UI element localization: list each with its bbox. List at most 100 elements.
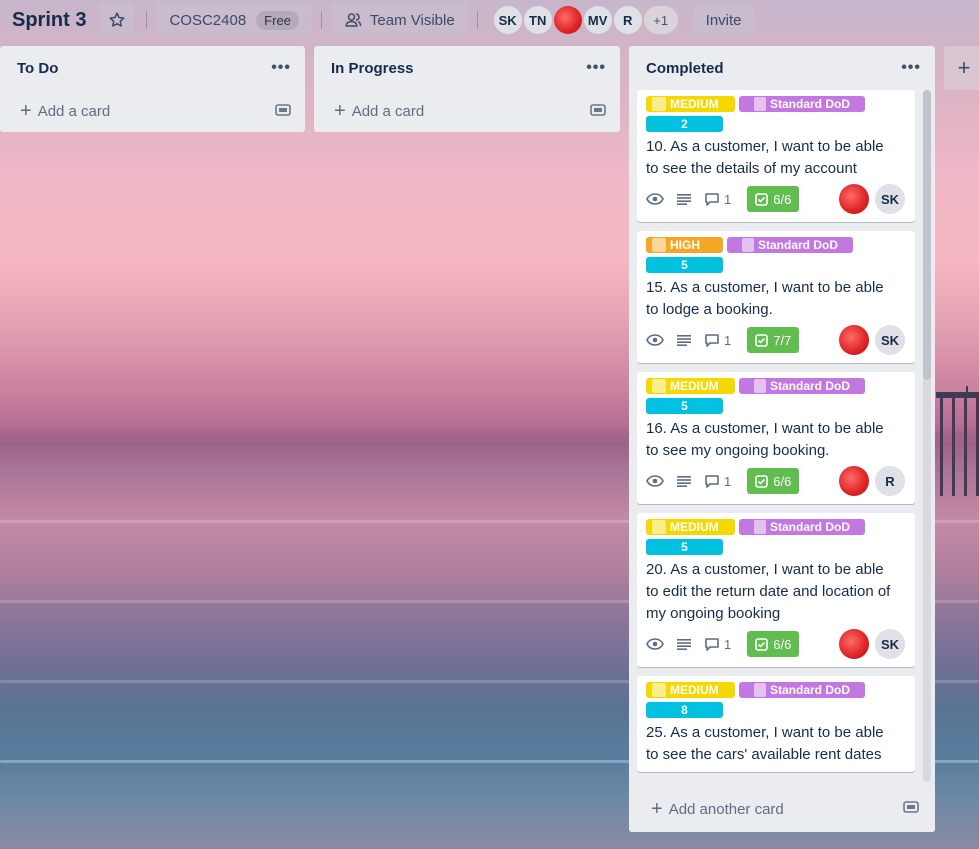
- card[interactable]: MEDIUM Standard DoD 5 20. As a customer, I …: [637, 513, 915, 667]
- eye-icon: [646, 334, 664, 346]
- comment-badge: 1: [704, 637, 731, 652]
- priority-text: MEDIUM: [670, 520, 719, 534]
- card-title: 10. As a customer, I want to be able to …: [646, 138, 884, 177]
- list-title[interactable]: In Progress: [331, 60, 414, 77]
- member-avatar[interactable]: SK: [493, 6, 522, 34]
- dod-label[interactable]: Standard DoD: [739, 682, 865, 698]
- board-title[interactable]: Sprint 3: [12, 9, 86, 32]
- more-members[interactable]: +1: [643, 6, 678, 34]
- ellipsis-icon[interactable]: •••: [901, 59, 921, 77]
- dod-text: Standard DoD: [757, 238, 838, 252]
- priority-pattern: [652, 97, 666, 111]
- dod-pattern: [741, 238, 754, 252]
- team-icon: [345, 13, 362, 27]
- dod-pattern: [753, 97, 766, 111]
- ellipsis-icon[interactable]: •••: [271, 59, 291, 77]
- comment-icon: [705, 638, 719, 651]
- list-completed: Completed ••• MEDIUM Standard DoD 2 10. As …: [629, 46, 935, 832]
- separator: [320, 11, 322, 29]
- description-icon: [676, 475, 692, 487]
- star-icon: [109, 12, 125, 27]
- priority-label[interactable]: MEDIUM: [646, 378, 735, 394]
- plus-icon: +: [20, 99, 32, 122]
- card-labels: MEDIUM Standard DoD 8: [646, 682, 907, 718]
- member-avatar-photo[interactable]: [839, 325, 869, 355]
- list-header: To Do •••: [0, 46, 305, 90]
- dod-label[interactable]: Standard DoD: [727, 237, 853, 253]
- priority-label[interactable]: MEDIUM: [646, 682, 735, 698]
- add-card-button[interactable]: + Add a card: [314, 90, 620, 132]
- dod-text: Standard DoD: [769, 97, 850, 111]
- ellipsis-icon[interactable]: •••: [586, 59, 606, 77]
- invite-button[interactable]: Invite: [693, 3, 754, 37]
- member-avatar[interactable]: SK: [875, 184, 905, 214]
- card-title: 25. As a customer, I want to be able to …: [646, 724, 884, 763]
- visibility-button[interactable]: Team Visible: [331, 3, 467, 37]
- member-avatar[interactable]: TN: [523, 6, 552, 34]
- priority-text: HIGH: [670, 238, 700, 252]
- scrollbar-thumb[interactable]: [923, 90, 931, 380]
- eye-icon: [646, 475, 664, 487]
- card[interactable]: MEDIUM Standard DoD 2 10. As a customer, I …: [637, 90, 915, 222]
- member-avatar-photo[interactable]: [553, 6, 582, 34]
- add-list-button[interactable]: +: [944, 46, 979, 90]
- template-icon[interactable]: [590, 103, 606, 120]
- card[interactable]: MEDIUM Standard DoD 8 25. As a customer, I …: [637, 676, 915, 772]
- plus-icon: +: [651, 797, 663, 820]
- priority-label[interactable]: MEDIUM: [646, 96, 735, 112]
- card-badges: 1 6/6 R: [646, 464, 907, 498]
- story-points-label[interactable]: 5: [646, 257, 723, 273]
- priority-pattern: [652, 520, 666, 534]
- member-avatar[interactable]: SK: [875, 325, 905, 355]
- list-title[interactable]: Completed: [646, 60, 724, 77]
- card[interactable]: MEDIUM Standard DoD 5 16. As a customer, I …: [637, 372, 915, 504]
- comment-count: 1: [724, 332, 732, 348]
- cards-container: MEDIUM Standard DoD 2 10. As a customer, I …: [629, 90, 935, 784]
- description-icon: [676, 193, 692, 205]
- checklist-badge: 6/6: [747, 631, 800, 657]
- checklist-count: 6/6: [773, 636, 792, 652]
- separator: [476, 11, 478, 29]
- card-labels: MEDIUM Standard DoD 2: [646, 96, 907, 132]
- priority-label[interactable]: HIGH: [646, 237, 723, 253]
- board-header: Sprint 3 COSC2408 Free Team Visible SK T…: [0, 0, 979, 40]
- template-icon[interactable]: [903, 800, 919, 818]
- member-avatar-photo[interactable]: [839, 629, 869, 659]
- list-in-progress: In Progress ••• + Add a card: [314, 46, 620, 132]
- story-points-label[interactable]: 8: [646, 702, 723, 718]
- member-avatar-photo[interactable]: [839, 184, 869, 214]
- workspace-button[interactable]: COSC2408 Free: [157, 3, 311, 37]
- priority-label[interactable]: MEDIUM: [646, 519, 735, 535]
- comment-badge: 1: [704, 474, 731, 489]
- dod-label[interactable]: Standard DoD: [739, 96, 865, 112]
- card-title: 20. As a customer, I want to be able to …: [646, 561, 891, 622]
- dod-label[interactable]: Standard DoD: [739, 519, 865, 535]
- member-avatar-photo[interactable]: [839, 466, 869, 496]
- comment-badge: 1: [704, 333, 731, 348]
- dod-text: Standard DoD: [769, 379, 850, 393]
- star-button[interactable]: [100, 3, 135, 37]
- member-avatar[interactable]: SK: [875, 629, 905, 659]
- story-points-label[interactable]: 5: [646, 398, 723, 414]
- card-labels: MEDIUM Standard DoD 5: [646, 378, 907, 414]
- story-points-label[interactable]: 2: [646, 116, 723, 132]
- add-card-button[interactable]: + Add a card: [0, 90, 305, 132]
- add-another-card-button[interactable]: + Add another card: [629, 786, 935, 832]
- scrollbar[interactable]: [923, 90, 931, 782]
- add-another-label: Add another card: [668, 800, 784, 818]
- add-card-label: Add a card: [37, 102, 111, 120]
- priority-pattern: [652, 379, 666, 393]
- card-badges: 1 6/6 SK: [646, 182, 907, 216]
- template-icon[interactable]: [275, 103, 291, 120]
- dod-pattern: [753, 683, 766, 697]
- list-title[interactable]: To Do: [17, 60, 58, 77]
- member-avatar[interactable]: R: [875, 466, 905, 496]
- card[interactable]: HIGH Standard DoD 5 15. As a customer, I wa…: [637, 231, 915, 363]
- member-avatar[interactable]: R: [613, 6, 642, 34]
- dod-label[interactable]: Standard DoD: [739, 378, 865, 394]
- list-header: In Progress •••: [314, 46, 620, 90]
- priority-text: MEDIUM: [670, 97, 719, 111]
- story-points-label[interactable]: 5: [646, 539, 723, 555]
- member-avatar[interactable]: MV: [583, 6, 612, 34]
- comment-count: 1: [724, 636, 732, 652]
